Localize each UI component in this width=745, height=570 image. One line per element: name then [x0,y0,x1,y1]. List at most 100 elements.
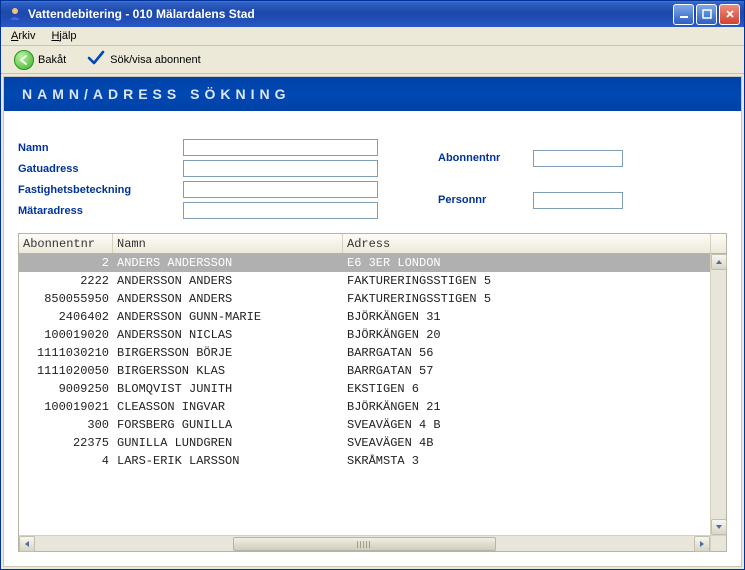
scroll-right-button[interactable] [694,536,710,552]
search-subscriber-button[interactable]: Sök/visa abonnent [79,45,208,74]
abonnentnr-label: Abonnentnr [438,152,523,164]
application-window: Vattendebitering - 010 Mälardalens Stad … [0,0,745,570]
table-body: 2ANDERS ANDERSSONE6 3ER LONDON2222ANDERS… [19,254,710,535]
cell-adress: BJÖRKÄNGEN 21 [343,400,710,414]
app-icon [7,6,23,22]
fastighet-label: Fastighetsbeteckning [18,184,173,196]
cell-namn: ANDERSSON ANDERS [113,274,343,288]
table-row[interactable]: 2ANDERS ANDERSSONE6 3ER LONDON [19,254,710,272]
minimize-button[interactable] [673,4,694,25]
form-right-column: Abonnentnr Personnr [438,139,623,219]
col-abonnentnr[interactable]: Abonnentnr [19,234,113,253]
hscroll-track[interactable] [35,536,694,551]
window-buttons [673,4,740,25]
check-icon [86,48,106,71]
cell-abonnentnr: 100019021 [19,400,113,414]
gatuadress-input[interactable] [183,160,378,177]
cell-namn: GUNILLA LUNDGREN [113,436,343,450]
cell-namn: ANDERSSON GUNN-MARIE [113,310,343,324]
back-icon [14,50,34,70]
cell-abonnentnr: 100019020 [19,328,113,342]
cell-abonnentnr: 1111030210 [19,346,113,360]
close-button[interactable] [719,4,740,25]
cell-abonnentnr: 850055950 [19,292,113,306]
table-row[interactable]: 100019021CLEASSON INGVARBJÖRKÄNGEN 21 [19,398,710,416]
table-row[interactable]: 1111020050BIRGERSSON KLASBARRGATAN 57 [19,362,710,380]
table-row[interactable]: 9009250BLOMQVIST JUNITHEKSTIGEN 6 [19,380,710,398]
scroll-corner-top [710,234,726,254]
namn-label: Namn [18,142,173,154]
cell-adress: BARRGATAN 57 [343,364,710,378]
table-row[interactable]: 22375GUNILLA LUNDGRENSVEAVÄGEN 4B [19,434,710,452]
personnr-input[interactable] [533,192,623,209]
back-button[interactable]: Bakåt [7,47,73,73]
cell-namn: BLOMQVIST JUNITH [113,382,343,396]
content-panel: NAMN/ADRESS SÖKNING Namn Gatuadress Fast… [3,76,742,567]
cell-abonnentnr: 2406402 [19,310,113,324]
page-title: NAMN/ADRESS SÖKNING [4,77,741,111]
scroll-up-button[interactable] [711,254,727,270]
cell-adress: FAKTURERINGSSTIGEN 5 [343,292,710,306]
table-row[interactable]: 100019020ANDERSSON NICLASBJÖRKÄNGEN 20 [19,326,710,344]
cell-abonnentnr: 9009250 [19,382,113,396]
cell-namn: BIRGERSSON BÖRJE [113,346,343,360]
cell-adress: BARRGATAN 56 [343,346,710,360]
cell-namn: LARS-ERIK LARSSON [113,454,343,468]
matar-input[interactable] [183,202,378,219]
abonnentnr-input[interactable] [533,150,623,167]
cell-namn: ANDERSSON NICLAS [113,328,343,342]
vertical-scrollbar[interactable] [710,254,726,535]
vscroll-track[interactable] [711,270,726,519]
maximize-button[interactable] [696,4,717,25]
scroll-corner-bottom [710,535,726,551]
cell-abonnentnr: 4 [19,454,113,468]
window-title: Vattendebitering - 010 Mälardalens Stad [28,7,673,21]
col-adress[interactable]: Adress [343,234,710,253]
menu-arkiv[interactable]: Arkiv [5,29,41,43]
titlebar: Vattendebitering - 010 Mälardalens Stad [1,1,744,27]
table-row[interactable]: 300FORSBERG GUNILLASVEAVÄGEN 4 B [19,416,710,434]
col-namn[interactable]: Namn [113,234,343,253]
search-form: Namn Gatuadress Fastighetsbeteckning Mät… [4,111,741,229]
table-row[interactable]: 2406402ANDERSSON GUNN-MARIEBJÖRKÄNGEN 31 [19,308,710,326]
matar-label: Mätaradress [18,205,173,217]
table-row[interactable]: 4LARS-ERIK LARSSONSKRÅMSTA 3 [19,452,710,470]
cell-adress: EKSTIGEN 6 [343,382,710,396]
grip-icon [357,541,371,548]
menubar: Arkiv Hjälp [1,27,744,46]
cell-namn: BIRGERSSON KLAS [113,364,343,378]
form-left-column: Namn Gatuadress Fastighetsbeteckning Mät… [18,139,378,219]
results-table: Abonnentnr Namn Adress 2ANDERS ANDERSSON… [18,233,727,552]
search-subscriber-label: Sök/visa abonnent [110,54,201,66]
cell-abonnentnr: 2 [19,256,113,270]
fastighet-input[interactable] [183,181,378,198]
cell-adress: E6 3ER LONDON [343,256,710,270]
table-row[interactable]: 2222ANDERSSON ANDERSFAKTURERINGSSTIGEN 5 [19,272,710,290]
cell-abonnentnr: 2222 [19,274,113,288]
cell-abonnentnr: 22375 [19,436,113,450]
personnr-label: Personnr [438,194,523,206]
cell-adress: FAKTURERINGSSTIGEN 5 [343,274,710,288]
table-row[interactable]: 1111030210BIRGERSSON BÖRJEBARRGATAN 56 [19,344,710,362]
cell-adress: BJÖRKÄNGEN 31 [343,310,710,324]
menu-hjalp[interactable]: Hjälp [45,29,82,43]
scroll-left-button[interactable] [19,536,35,552]
table-header: Abonnentnr Namn Adress [19,234,710,254]
cell-namn: ANDERSSON ANDERS [113,292,343,306]
gatuadress-label: Gatuadress [18,163,173,175]
cell-abonnentnr: 1111020050 [19,364,113,378]
cell-namn: ANDERS ANDERSSON [113,256,343,270]
cell-namn: CLEASSON INGVAR [113,400,343,414]
hscroll-thumb[interactable] [233,537,497,551]
scroll-down-button[interactable] [711,519,727,535]
namn-input[interactable] [183,139,378,156]
cell-adress: SVEAVÄGEN 4B [343,436,710,450]
cell-namn: FORSBERG GUNILLA [113,418,343,432]
cell-adress: BJÖRKÄNGEN 20 [343,328,710,342]
table-row[interactable]: 850055950ANDERSSON ANDERSFAKTURERINGSSTI… [19,290,710,308]
toolbar: Bakåt Sök/visa abonnent [1,46,744,74]
cell-abonnentnr: 300 [19,418,113,432]
back-label: Bakåt [38,54,66,66]
horizontal-scrollbar[interactable] [19,535,710,551]
cell-adress: SVEAVÄGEN 4 B [343,418,710,432]
